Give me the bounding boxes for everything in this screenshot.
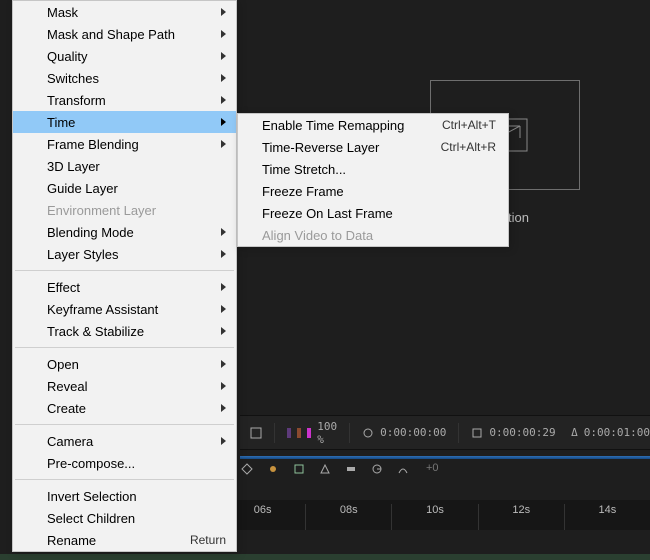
- submenu-item-enable-time-remapping[interactable]: Enable Time Remapping Ctrl+Alt+T: [238, 114, 508, 136]
- menu-item-label: Rename: [47, 533, 96, 548]
- timecode-end[interactable]: 0:00:00:29: [489, 426, 555, 439]
- effects-icon[interactable]: [318, 462, 332, 476]
- menu-item-camera[interactable]: Camera: [13, 430, 236, 452]
- time-submenu[interactable]: Enable Time Remapping Ctrl+Alt+T Time-Reve…: [237, 113, 509, 247]
- delta-label: Δ: [571, 426, 578, 439]
- duration-icon[interactable]: [471, 426, 483, 440]
- menu-item-label: Open: [47, 357, 79, 372]
- label-color-chip[interactable]: [307, 428, 311, 438]
- ruler-tick: 12s: [478, 504, 564, 530]
- menu-item-label: Guide Layer: [47, 181, 118, 196]
- submenu-item-time-reverse-layer[interactable]: Time-Reverse Layer Ctrl+Alt+R: [238, 136, 508, 158]
- menu-item-label: Pre-compose...: [47, 456, 135, 471]
- frame-blend-icon[interactable]: [344, 462, 358, 476]
- ruler-tick: 14s: [564, 504, 650, 530]
- menu-item-label: 3D Layer: [47, 159, 100, 174]
- submenu-item-label: Enable Time Remapping: [262, 118, 404, 133]
- timeline-icon-row: +0: [240, 462, 439, 476]
- menu-item-label: Quality: [47, 49, 87, 64]
- menu-item-label: Frame Blending: [47, 137, 139, 152]
- menu-item-invert-selection[interactable]: Invert Selection: [13, 485, 236, 507]
- menu-item-quality[interactable]: Quality: [13, 45, 236, 67]
- motion-blur-icon[interactable]: [370, 462, 384, 476]
- menu-item-create[interactable]: Create: [13, 397, 236, 419]
- submenu-item-label: Time-Reverse Layer: [262, 140, 379, 155]
- bottom-strip: [0, 554, 650, 560]
- menu-item-pre-compose[interactable]: Pre-compose...: [13, 452, 236, 474]
- timecode-delta: 0:00:01:00: [584, 426, 650, 439]
- menu-item-keyframe-assistant[interactable]: Keyframe Assistant: [13, 298, 236, 320]
- ruler-tick: 10s: [391, 504, 477, 530]
- menu-item-open[interactable]: Open: [13, 353, 236, 375]
- timeline-toolbar: 100 % 0:00:00:00 0:00:00:29 Δ 0:00:01:00: [240, 415, 650, 450]
- menu-item-switches[interactable]: Switches: [13, 67, 236, 89]
- submenu-item-freeze-frame[interactable]: Freeze Frame: [238, 180, 508, 202]
- submenu-item-label: Freeze On Last Frame: [262, 206, 393, 221]
- menu-item-label: Switches: [47, 71, 99, 86]
- label-color-chip[interactable]: [297, 428, 301, 438]
- menu-item-label: Transform: [47, 93, 106, 108]
- menu-item-time[interactable]: Time: [13, 111, 236, 133]
- menu-item-rename[interactable]: Rename Return: [13, 529, 236, 551]
- menu-item-select-children[interactable]: Select Children: [13, 507, 236, 529]
- submenu-item-align-video-to-data: Align Video to Data: [238, 224, 508, 246]
- composition-label-fragment: tion: [508, 210, 529, 225]
- menu-item-shortcut: Return: [190, 533, 226, 547]
- menu-item-effect[interactable]: Effect: [13, 276, 236, 298]
- menu-item-transform[interactable]: Transform: [13, 89, 236, 111]
- menu-item-mask-and-shape-path[interactable]: Mask and Shape Path: [13, 23, 236, 45]
- graph-editor-icon[interactable]: [396, 462, 410, 476]
- menu-separator: [15, 424, 234, 425]
- submenu-item-label: Align Video to Data: [262, 228, 373, 243]
- label-color-chip[interactable]: [287, 428, 291, 438]
- resolution-icon[interactable]: [362, 426, 374, 440]
- menu-item-label: Create: [47, 401, 86, 416]
- menu-item-environment-layer: Environment Layer: [13, 199, 236, 221]
- menu-item-label: Layer Styles: [47, 247, 119, 262]
- timeline-ruler[interactable]: 06s 08s 10s 12s 14s: [220, 500, 650, 530]
- submenu-item-label: Freeze Frame: [262, 184, 344, 199]
- menu-item-frame-blending[interactable]: Frame Blending: [13, 133, 236, 155]
- timecode-start[interactable]: 0:00:00:00: [380, 426, 446, 439]
- menu-item-label: Track & Stabilize: [47, 324, 144, 339]
- collapse-icon[interactable]: [266, 462, 280, 476]
- menu-separator: [15, 347, 234, 348]
- menu-item-label: Invert Selection: [47, 489, 137, 504]
- menu-item-layer-styles[interactable]: Layer Styles: [13, 243, 236, 265]
- toggle-switches-icon[interactable]: [250, 426, 262, 440]
- submenu-item-time-stretch[interactable]: Time Stretch...: [238, 158, 508, 180]
- submenu-item-label: Time Stretch...: [262, 162, 346, 177]
- menu-item-label: Select Children: [47, 511, 135, 526]
- shy-icon[interactable]: [240, 462, 254, 476]
- zoom-percent[interactable]: 100 %: [317, 420, 337, 446]
- submenu-item-shortcut: Ctrl+Alt+R: [441, 140, 496, 154]
- menu-item-label: Environment Layer: [47, 203, 156, 218]
- menu-item-blending-mode[interactable]: Blending Mode: [13, 221, 236, 243]
- menu-item-track-stabilize[interactable]: Track & Stabilize: [13, 320, 236, 342]
- menu-item-label: Reveal: [47, 379, 87, 394]
- menu-item-3d-layer[interactable]: 3D Layer: [13, 155, 236, 177]
- menu-item-label: Mask and Shape Path: [47, 27, 175, 42]
- menu-item-mask[interactable]: Mask: [13, 1, 236, 23]
- menu-separator: [15, 270, 234, 271]
- menu-item-label: Keyframe Assistant: [47, 302, 158, 317]
- timeline-divider: [240, 456, 650, 459]
- submenu-item-shortcut: Ctrl+Alt+T: [442, 118, 496, 132]
- menu-item-reveal[interactable]: Reveal: [13, 375, 236, 397]
- ruler-tick: 08s: [305, 504, 391, 530]
- menu-item-label: Mask: [47, 5, 78, 20]
- layer-context-menu[interactable]: Mask Mask and Shape Path Quality Switches Tr…: [12, 0, 237, 552]
- menu-item-guide-layer[interactable]: Guide Layer: [13, 177, 236, 199]
- menu-item-label: Blending Mode: [47, 225, 134, 240]
- menu-separator: [15, 479, 234, 480]
- menu-item-label: Camera: [47, 434, 93, 449]
- menu-item-label: Effect: [47, 280, 80, 295]
- menu-item-label: Time: [47, 115, 75, 130]
- submenu-item-freeze-on-last-frame[interactable]: Freeze On Last Frame: [238, 202, 508, 224]
- plus-indicator: +0: [426, 462, 439, 476]
- quality-icon[interactable]: [292, 462, 306, 476]
